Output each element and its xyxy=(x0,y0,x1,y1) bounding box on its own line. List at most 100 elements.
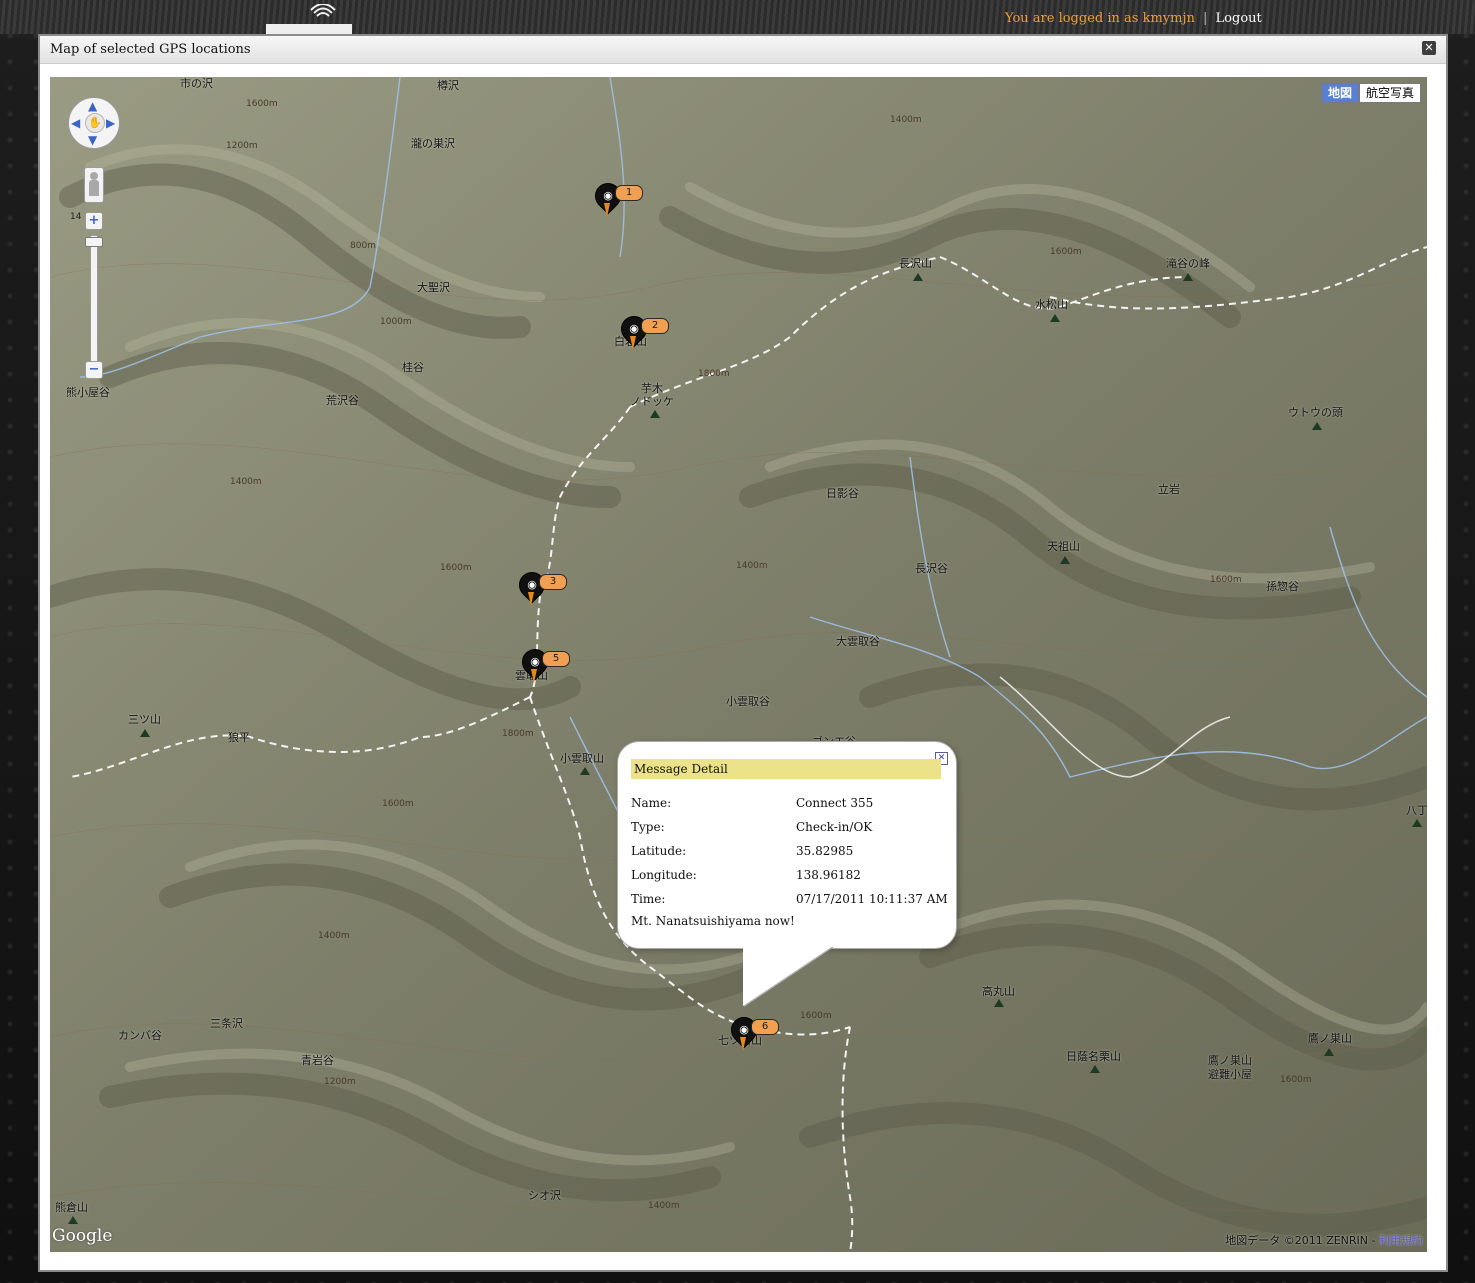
place-label: 日影谷 xyxy=(826,487,859,500)
place-label: 熊小屋谷 xyxy=(66,386,110,399)
info-label: Name: xyxy=(631,796,672,810)
place-label: 水松山 xyxy=(1035,298,1068,311)
place-label: 狼平 xyxy=(228,731,250,744)
gps-marker-5[interactable]: ◉ 5 xyxy=(516,643,572,691)
place-label: 三条沢 xyxy=(210,1017,243,1030)
place-label: 小雲取谷 xyxy=(726,695,770,708)
peak-icon xyxy=(140,729,150,737)
google-logo: Google xyxy=(52,1226,113,1246)
place-label: 三ツ山 xyxy=(128,713,161,726)
place-label: 大聖沢 xyxy=(417,281,450,294)
hand-icon[interactable]: ✋ xyxy=(85,113,105,133)
contour-label: 1800m xyxy=(698,369,730,379)
street-view-pegman[interactable] xyxy=(84,167,104,203)
pan-left-icon[interactable]: ◀ xyxy=(71,117,80,129)
pan-wheel: ▲ ▼ ◀ ▶ ✋ xyxy=(68,97,120,149)
gps-marker-6[interactable]: ◉ 6 xyxy=(725,1011,781,1059)
login-user-text: You are logged in as kmymjn xyxy=(1005,11,1195,26)
login-status: You are logged in as kmymjn | Logout xyxy=(1005,11,1262,26)
peak-icon xyxy=(1324,1048,1334,1056)
place-label: ノドッケ xyxy=(630,395,674,408)
zoom-in-button[interactable]: + xyxy=(85,212,103,230)
zoom-slider-track[interactable] xyxy=(90,235,98,363)
info-value: 35.82985 xyxy=(796,844,854,858)
info-label: Time: xyxy=(631,892,666,906)
place-label: 鷹ノ巣山 xyxy=(1308,1032,1352,1045)
map-type-control: 地図 航空写真 xyxy=(1320,83,1421,103)
peak-icon xyxy=(994,999,1004,1007)
peak-icon xyxy=(1183,273,1193,281)
map-canvas[interactable]: 市の沢 樽沢 瀧の巣沢 大聖沢 桂谷 荒沢谷 熊小屋谷 白岩山 芋木 ノドッケ … xyxy=(50,77,1427,1252)
place-label: 天祖山 xyxy=(1047,540,1080,553)
gps-marker-1[interactable]: ◉ 1 xyxy=(589,177,645,225)
contour-label: 1600m xyxy=(1210,575,1242,585)
gps-marker-2[interactable]: ◉ 2 xyxy=(615,310,671,358)
contour-label: 1400m xyxy=(890,115,922,125)
place-label: 樽沢 xyxy=(437,79,459,92)
info-value: 07/17/2011 10:11:37 AM xyxy=(796,892,948,906)
peak-icon xyxy=(1412,819,1422,827)
place-label: 瀧の巣沢 xyxy=(411,137,455,150)
contour-label: 1800m xyxy=(502,729,534,739)
place-label: シオ沢 xyxy=(528,1189,561,1202)
place-label: 八丁 xyxy=(1406,804,1427,817)
site-header: You are logged in as kmymjn | Logout xyxy=(0,0,1475,34)
pan-right-icon[interactable]: ▶ xyxy=(106,117,115,129)
place-label: 孫惣谷 xyxy=(1266,580,1299,593)
place-label: 小雲取山 xyxy=(560,752,604,765)
contour-label: 1600m xyxy=(1050,247,1082,257)
place-label: 大雲取谷 xyxy=(836,635,880,648)
terms-link[interactable]: 利用規約 xyxy=(1379,1234,1423,1247)
map-type-satellite-button[interactable]: 航空写真 xyxy=(1358,83,1421,103)
place-label: 長沢谷 xyxy=(915,562,948,575)
dialog-titlebar[interactable]: Map of selected GPS locations ✕ xyxy=(40,36,1446,64)
marker-number-badge: 5 xyxy=(542,651,570,667)
place-label: 日蔭名栗山 xyxy=(1066,1050,1121,1063)
place-label: 立岩 xyxy=(1158,483,1180,496)
peak-icon xyxy=(580,767,590,775)
info-value: Check-in/OK xyxy=(796,820,873,834)
place-label: カンバ谷 xyxy=(118,1029,162,1042)
contour-label: 1400m xyxy=(230,477,262,487)
gps-marker-3[interactable]: ◉ 3 xyxy=(513,566,569,614)
peak-icon xyxy=(650,410,660,418)
gps-signal-icon: ◉ xyxy=(603,189,613,202)
map-copyright: 地図データ ©2011 ZENRIN - 利用規約 xyxy=(1225,1232,1423,1248)
zoom-slider-thumb[interactable] xyxy=(85,237,103,247)
info-message: Mt. Nanatsuishiyama now! xyxy=(631,914,795,928)
contour-label: 1600m xyxy=(440,563,472,573)
pan-up-icon[interactable]: ▲ xyxy=(88,100,97,112)
gps-signal-icon: ◉ xyxy=(739,1023,749,1036)
info-window: ✕ Message Detail Name: Connect 355 Type:… xyxy=(617,741,957,1006)
map-type-map-button[interactable]: 地図 xyxy=(1320,83,1359,103)
place-label: 高丸山 xyxy=(982,985,1015,998)
contour-label: 1000m xyxy=(380,317,412,327)
logout-link[interactable]: Logout xyxy=(1216,11,1262,26)
contour-label: 800m xyxy=(350,241,376,251)
place-label: 滝谷の峰 xyxy=(1166,257,1210,270)
place-label: 熊倉山 xyxy=(55,1201,88,1214)
contour-label: 1600m xyxy=(800,1011,832,1021)
info-label: Longitude: xyxy=(631,868,697,882)
info-label: Latitude: xyxy=(631,844,687,858)
contour-label: 1400m xyxy=(736,561,768,571)
place-label: 桂谷 xyxy=(402,361,424,374)
contour-label: 1200m xyxy=(324,1077,356,1087)
gps-signal-icon: ◉ xyxy=(527,578,537,591)
info-value: 138.96182 xyxy=(796,868,861,882)
pan-down-icon[interactable]: ▼ xyxy=(88,134,97,146)
contour-label: 1400m xyxy=(318,931,350,941)
place-label: 荒沢谷 xyxy=(326,394,359,407)
peak-icon xyxy=(1312,422,1322,430)
copyright-text: 地図データ ©2011 ZENRIN - xyxy=(1225,1234,1376,1247)
zoom-out-button[interactable]: − xyxy=(85,361,103,379)
dialog-close-button[interactable]: ✕ xyxy=(1422,41,1436,55)
place-label: 避難小屋 xyxy=(1208,1068,1252,1081)
place-label: 青岩谷 xyxy=(301,1054,334,1067)
peak-icon xyxy=(1050,314,1060,322)
info-label: Type: xyxy=(631,820,665,834)
pegman-icon xyxy=(90,172,98,180)
info-value: Connect 355 xyxy=(796,796,874,810)
zoom-level-label: 14 xyxy=(70,212,82,222)
info-window-title: Message Detail xyxy=(631,759,941,779)
